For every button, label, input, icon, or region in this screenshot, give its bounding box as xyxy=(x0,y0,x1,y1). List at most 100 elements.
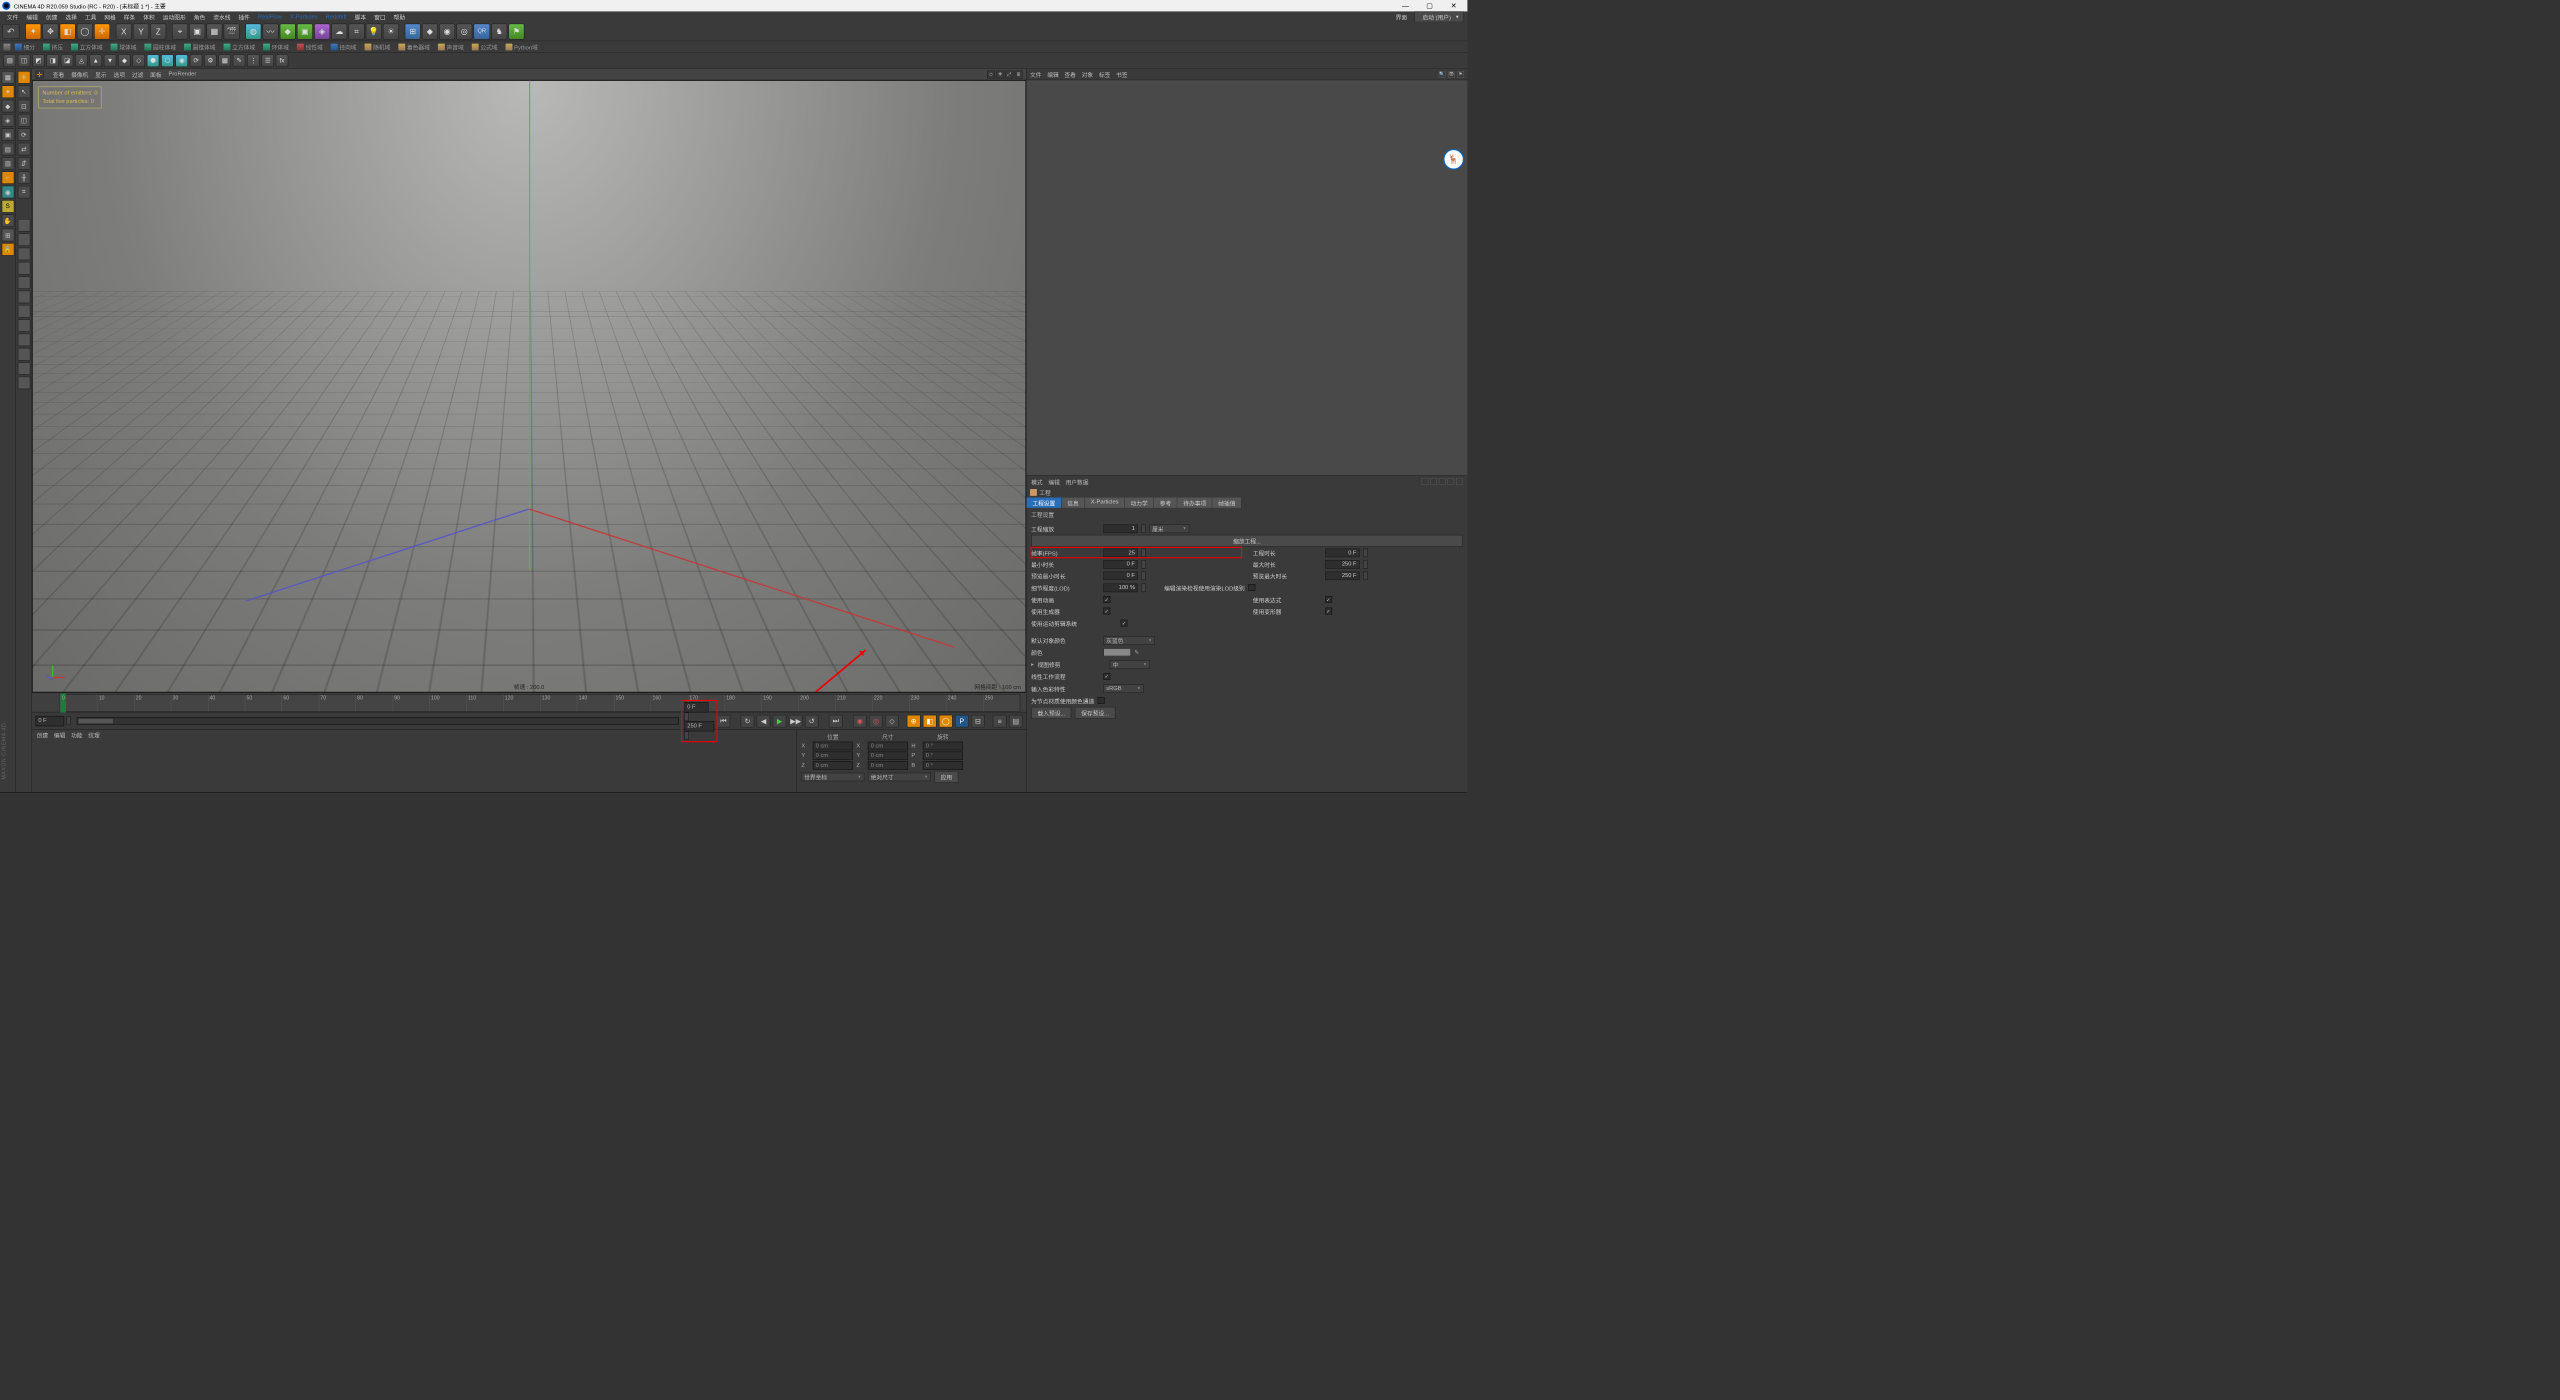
autokey-button[interactable]: ◎ xyxy=(869,714,883,727)
input-max[interactable]: 250 F xyxy=(1325,560,1359,569)
record-key-button[interactable]: ◉ xyxy=(853,714,867,727)
om-eye-icon[interactable]: 👁 xyxy=(1448,71,1455,78)
l2-icon-7[interactable]: ╫ xyxy=(17,171,30,184)
l1-icon-0[interactable]: ▦ xyxy=(1,71,14,84)
t2-icon-6[interactable]: ▲ xyxy=(89,54,102,67)
l2-icon-8[interactable]: ⌗ xyxy=(17,186,30,199)
l2-slot-8[interactable] xyxy=(17,334,30,347)
t2-icon-12[interactable]: ◉ xyxy=(175,54,188,67)
l1-icon-9[interactable]: S xyxy=(1,200,14,213)
l1-icon-3[interactable]: ◈ xyxy=(1,114,14,127)
move-tool-icon[interactable]: ✥ xyxy=(42,23,58,39)
spin-max[interactable] xyxy=(1363,560,1368,569)
palette-item-12[interactable]: 声音域 xyxy=(434,42,467,51)
add-spline-icon[interactable]: 〰 xyxy=(263,23,279,39)
attr-menu-edit[interactable]: 编辑 xyxy=(1048,477,1059,486)
scale-tool-icon[interactable]: ◧ xyxy=(60,23,76,39)
spin-scale[interactable] xyxy=(1141,524,1146,533)
add-light-icon[interactable]: 💡 xyxy=(366,23,382,39)
l2-icon-0[interactable]: ✛ xyxy=(17,71,30,84)
palette-grip-icon[interactable] xyxy=(3,43,10,50)
palette-item-14[interactable]: Python域 xyxy=(502,42,541,51)
axis-y-icon[interactable]: Y xyxy=(133,23,149,39)
render-settings-icon[interactable]: 🎬 xyxy=(224,23,240,39)
rotate-tool-icon[interactable]: ◯ xyxy=(77,23,93,39)
add-deformer-icon[interactable]: ◈ xyxy=(314,23,330,39)
add-camera-icon[interactable]: ⌗ xyxy=(349,23,365,39)
object-manager-body[interactable] xyxy=(1027,80,1468,476)
spin-min[interactable] xyxy=(1141,560,1146,569)
menu-window[interactable]: 窗口 xyxy=(371,12,389,21)
undo-button[interactable]: ↶ xyxy=(2,24,19,39)
t2-icon-15[interactable]: ▦ xyxy=(218,54,231,67)
plugin-a-icon[interactable]: ♞ xyxy=(491,23,507,39)
play-button[interactable]: ▶ xyxy=(773,714,787,727)
tab-todo[interactable]: 待办事项 xyxy=(1178,498,1213,508)
t2-icon-1[interactable]: ◫ xyxy=(18,54,31,67)
window-close-button[interactable]: ✕ xyxy=(1442,1,1465,11)
l1-icon-4[interactable]: ▣ xyxy=(1,128,14,141)
menu-redshift[interactable]: Redshift xyxy=(322,13,350,19)
spin-lod[interactable] xyxy=(1141,583,1146,592)
menu-mograph[interactable]: 运动图形 xyxy=(159,12,189,21)
viewport-nav-icon-2[interactable]: ⤢ xyxy=(1005,70,1013,78)
size-y[interactable]: 0 cm xyxy=(868,751,908,760)
viewport-nav-icon-0[interactable]: ◇ xyxy=(987,70,995,78)
attr-nav-new-icon[interactable] xyxy=(1456,478,1463,485)
menu-help[interactable]: 帮助 xyxy=(390,12,408,21)
chk-def[interactable]: ✓ xyxy=(1325,608,1332,615)
tab-xparticles[interactable]: X-Particles xyxy=(1085,498,1125,508)
t2-icon-17[interactable]: ⋮ xyxy=(247,54,260,67)
t2-icon-8[interactable]: ◆ xyxy=(118,54,131,67)
menu-create[interactable]: 创建 xyxy=(42,12,60,21)
coord-mode-1[interactable]: 世界坐标 xyxy=(801,773,864,782)
input-length[interactable]: 0 F xyxy=(1325,548,1359,557)
l1-icon-11[interactable]: ⊞ xyxy=(1,229,14,242)
coord-y[interactable]: 0 cm xyxy=(813,751,853,760)
tab-project-settings[interactable]: 工程设置 xyxy=(1027,498,1062,508)
palette-item-9[interactable]: 径向域 xyxy=(327,42,360,51)
mat-menu-edit[interactable]: 编辑 xyxy=(54,731,65,740)
palette-item-4[interactable]: 圆柱体域 xyxy=(141,42,179,51)
coord-z[interactable]: 0 cm xyxy=(813,761,853,770)
chk-nodehint[interactable] xyxy=(1098,697,1105,704)
l1-icon-10[interactable]: ✋ xyxy=(1,214,14,227)
key-param-button[interactable]: P xyxy=(955,714,969,727)
live-select-icon[interactable]: ✦ xyxy=(25,23,41,39)
field-icon[interactable]: ◉ xyxy=(439,23,455,39)
l2-slot-10[interactable] xyxy=(17,362,30,375)
om-menu-bookmarks[interactable]: 书签 xyxy=(1116,70,1127,79)
om-flag-icon[interactable]: ⚑ xyxy=(1457,71,1464,78)
timeline-scrub[interactable] xyxy=(77,717,679,725)
axis-z-icon[interactable]: Z xyxy=(150,23,166,39)
combo-viewcrop[interactable]: 中 xyxy=(1110,660,1150,669)
viewport-cross-icon[interactable]: ✛ xyxy=(36,70,44,78)
prev-frame-button[interactable]: ◀ xyxy=(757,714,771,727)
rot-h[interactable]: 0 ° xyxy=(923,742,963,751)
input-fps[interactable]: 25 xyxy=(1103,548,1137,557)
chk-expr[interactable]: ✓ xyxy=(1325,596,1332,603)
add-primitive-icon[interactable]: ◍ xyxy=(245,23,261,39)
eyedropper-icon[interactable]: ✎ xyxy=(1134,649,1139,655)
t2-icon-7[interactable]: ▼ xyxy=(104,54,117,67)
t2-icon-10[interactable]: ⬢ xyxy=(147,54,160,67)
menu-xparticles[interactable]: X-Particles xyxy=(286,13,321,19)
t2-icon-2[interactable]: ◩ xyxy=(32,54,45,67)
l2-icon-5[interactable]: ⇄ xyxy=(17,143,30,156)
palette-item-6[interactable]: 立方体域 xyxy=(220,42,258,51)
menu-plugins[interactable]: 插件 xyxy=(235,12,253,21)
om-menu-tags[interactable]: 标签 xyxy=(1099,70,1110,79)
menu-tools[interactable]: 工具 xyxy=(81,12,99,21)
l2-slot-1[interactable] xyxy=(17,233,30,246)
frame-end-input[interactable]: 250 F xyxy=(684,721,714,731)
recent-tool-icon[interactable]: ✛ xyxy=(94,23,110,39)
key-scale-button[interactable]: ◧ xyxy=(923,714,937,727)
chk-gen[interactable]: ✓ xyxy=(1103,608,1110,615)
om-menu-view[interactable]: 查看 xyxy=(1064,70,1075,79)
attr-menu-mode[interactable]: 模式 xyxy=(1031,477,1042,486)
render-view-icon[interactable]: ▣ xyxy=(189,23,205,39)
keyframe-sel-button[interactable]: ◇ xyxy=(885,714,899,727)
l2-icon-6[interactable]: ⇵ xyxy=(17,157,30,170)
palette-item-5[interactable]: 圆锥体域 xyxy=(181,42,219,51)
chk-mb[interactable]: ✓ xyxy=(1121,620,1128,627)
